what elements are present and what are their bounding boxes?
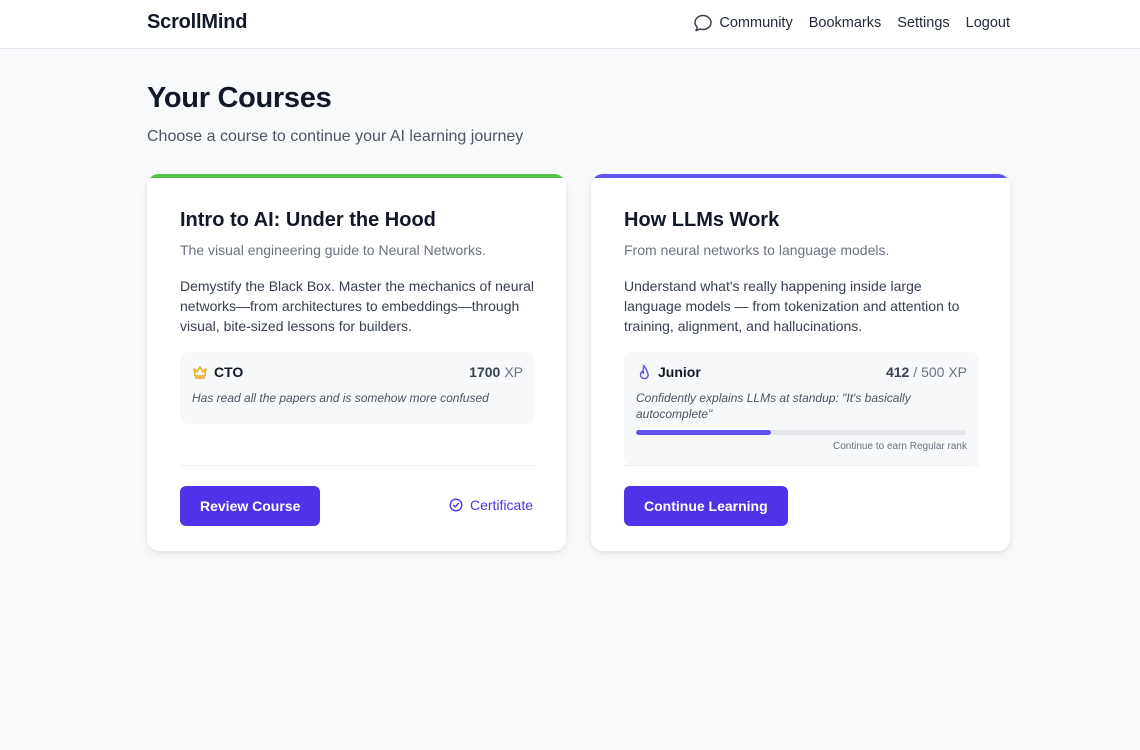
flame-icon xyxy=(639,364,649,380)
course-card-llms: How LLMs Work From neural networks to la… xyxy=(591,174,1010,551)
course-title: Intro to AI: Under the Hood xyxy=(180,209,436,231)
page-subtitle: Choose a course to continue your AI lear… xyxy=(147,128,524,145)
xp-value: 412 xyxy=(885,364,910,380)
card-divider xyxy=(180,465,535,466)
card-accent-bar xyxy=(147,174,566,178)
card-divider xyxy=(624,465,979,466)
badge-check-icon xyxy=(449,498,463,512)
rank-panel: CTO 1700 XP Has read all the papers and … xyxy=(180,352,535,424)
course-title: How LLMs Work xyxy=(624,209,780,231)
progress-hint: Continue to earn Regular rank xyxy=(833,441,967,452)
nav-settings[interactable]: Settings xyxy=(897,15,949,31)
course-description: Demystify the Black Box. Master the mech… xyxy=(180,278,535,334)
rank-quote: Confidently explains LLMs at standup: "I… xyxy=(636,391,911,421)
top-navbar: ScrollMind Community Bookmarks Settings … xyxy=(0,0,1140,49)
xp-suffix: XP xyxy=(504,364,523,380)
main-nav: Community Bookmarks Settings Logout xyxy=(693,13,1010,33)
course-tagline: From neural networks to language models. xyxy=(624,242,890,258)
rank-xp: 1700 XP xyxy=(469,364,523,380)
nav-community-label: Community xyxy=(719,15,793,31)
xp-progress-bar xyxy=(636,430,966,435)
card-accent-bar xyxy=(591,174,1010,178)
nav-community[interactable]: Community xyxy=(693,13,793,33)
nav-logout[interactable]: Logout xyxy=(966,15,1010,31)
xp-value: 1700 xyxy=(469,364,501,380)
xp-suffix: / 500 XP xyxy=(913,364,967,380)
certificate-link[interactable]: Certificate xyxy=(449,497,533,513)
review-course-button[interactable]: Review Course xyxy=(180,486,321,526)
rank-name: CTO xyxy=(214,364,244,380)
course-card-intro-ai: Intro to AI: Under the Hood The visual e… xyxy=(147,174,566,551)
brand-logo[interactable]: ScrollMind xyxy=(147,11,247,34)
course-description: Understand what's really happening insid… xyxy=(624,278,960,334)
nav-bookmarks[interactable]: Bookmarks xyxy=(809,15,882,31)
rank-xp: 412 / 500 XP xyxy=(886,364,967,380)
chat-bubble-icon xyxy=(694,14,713,32)
rank-quote: Has read all the papers and is somehow m… xyxy=(192,391,489,405)
rank-panel: Junior 412 / 500 XP Confidently explains… xyxy=(624,352,979,466)
rank-name: Junior xyxy=(658,364,701,380)
crown-icon xyxy=(193,366,207,379)
certificate-label: Certificate xyxy=(469,497,533,513)
page-title: Your Courses xyxy=(147,82,332,114)
xp-progress-fill xyxy=(636,430,772,435)
course-tagline: The visual engineering guide to Neural N… xyxy=(180,242,486,258)
continue-learning-button[interactable]: Continue Learning xyxy=(624,486,788,526)
